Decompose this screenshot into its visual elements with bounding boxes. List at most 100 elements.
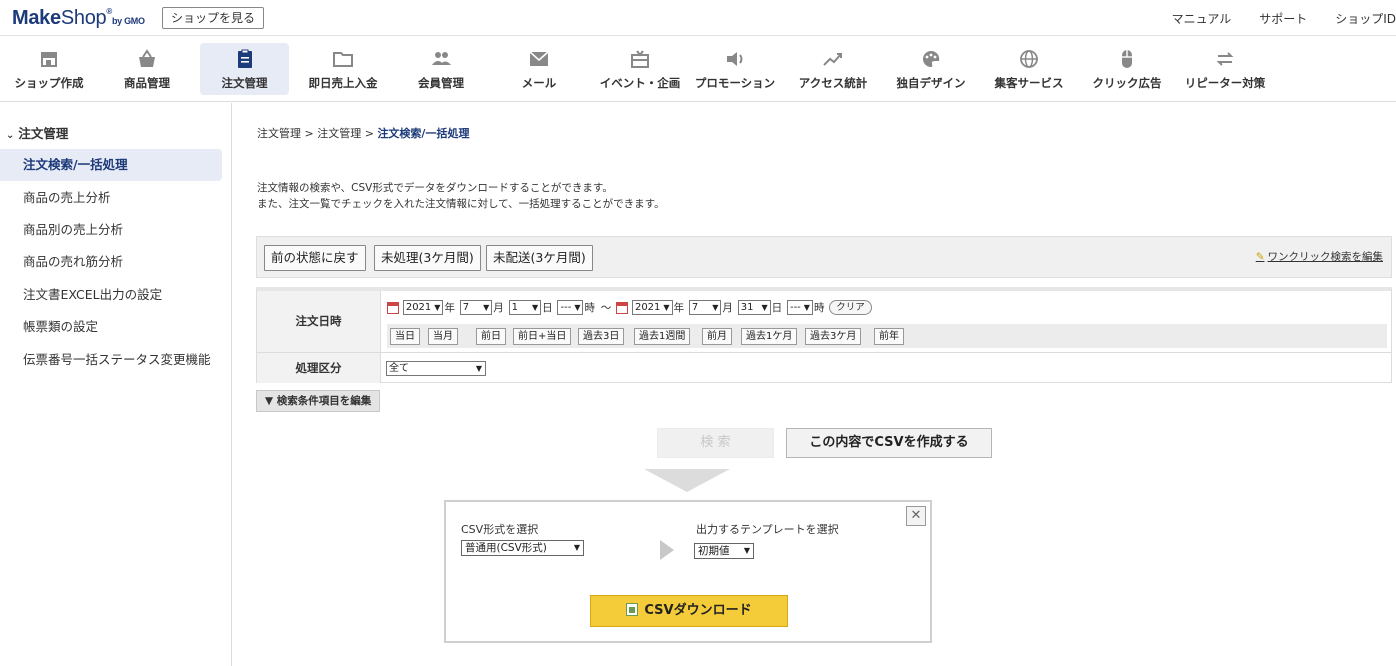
chevron-down-icon: ▼ xyxy=(712,303,719,312)
to-hour-select[interactable]: --- ▼ xyxy=(786,300,813,315)
search-button[interactable]: 検 索 xyxy=(657,428,774,458)
sidebar-item-product-breakdown[interactable]: 商品別の売上分析 xyxy=(0,214,222,246)
nav-sales-deposit[interactable]: 即日売上入金 xyxy=(300,43,386,95)
nav-shop-create[interactable]: ショップ作成 xyxy=(6,43,92,95)
create-csv-button[interactable]: この内容でCSVを作成する xyxy=(786,428,992,458)
nav-mail[interactable]: メール xyxy=(496,43,582,95)
calendar-icon[interactable] xyxy=(387,301,399,314)
nav-repeater[interactable]: リピーター対策 xyxy=(1180,43,1270,95)
sidebar: ⌄ 注文管理 注文検索/一括処理 商品の売上分析 商品別の売上分析 商品の売れ筋分… xyxy=(0,103,232,666)
shop-id-link[interactable]: ショップID xyxy=(1335,10,1396,27)
select-value: 普通用(CSV形式) xyxy=(465,542,547,554)
unit-label: 時 xyxy=(813,302,825,314)
chevron-down-icon: ▼ xyxy=(663,303,670,312)
to-year-select[interactable]: 2021 ▼ xyxy=(631,300,673,315)
from-month-select[interactable]: 7 ▼ xyxy=(459,300,493,315)
preset-past-week[interactable]: 過去1週間 xyxy=(634,328,691,345)
edit-one-click-search-link[interactable]: ✎ ワンクリック検索を編集 xyxy=(1256,249,1383,264)
nav-label: 即日売上入金 xyxy=(308,76,378,90)
unit-label: 日 xyxy=(771,302,783,314)
sidebar-item-excel-settings[interactable]: 注文書EXCEL出力の設定 xyxy=(0,279,222,311)
unit-label: 年 xyxy=(673,302,685,314)
from-year-select[interactable]: 2021 ▼ xyxy=(402,300,444,315)
preset-past-3-months[interactable]: 過去3ケ月 xyxy=(805,328,862,345)
logo-text-shop: Shop xyxy=(60,7,107,29)
preset-last-year[interactable]: 前年 xyxy=(874,328,904,345)
breadcrumb-item[interactable]: 注文管理 xyxy=(317,127,361,140)
view-shop-button[interactable]: ショップを見る xyxy=(162,7,265,29)
csv-download-panel: ✕ CSV形式を選択 普通用(CSV形式) ▼ 出力するテンプレートを選択 初期値… xyxy=(444,500,932,643)
date-range-presets: 当日 当月 前日 前日+当日 過去3日 過去1週間 前月 過去1ケ月 過去3ケ月… xyxy=(387,324,1387,348)
makeshop-logo[interactable]: MakeShop®by GMO xyxy=(12,7,145,30)
unit-label: 時 xyxy=(584,302,595,314)
clear-date-button[interactable]: クリア xyxy=(829,300,872,315)
chevron-down-icon: ▼ xyxy=(574,303,581,312)
preset-yesterday[interactable]: 前日 xyxy=(476,328,506,345)
restore-previous-button[interactable]: 前の状態に戻す xyxy=(264,245,366,271)
nav-access-stats[interactable]: アクセス統計 xyxy=(790,43,876,95)
chevron-down-icon: ▼ xyxy=(483,303,490,312)
page-description: 注文情報の検索や、CSV形式でデータをダウンロードすることができます。 また、注… xyxy=(257,180,665,212)
globe-icon xyxy=(1018,49,1040,69)
search-form: 注文日時 2021 ▼ 年 7 ▼ 月 1 ▼ 日 --- ▼ 時 〜 2021 ▼ 年 7 ▼ 月 3… xyxy=(256,287,1392,383)
sidebar-heading[interactable]: ⌄ 注文管理 xyxy=(6,123,68,142)
manual-link[interactable]: マニュアル xyxy=(1172,10,1232,27)
chevron-down-icon: ▼ xyxy=(532,303,539,312)
edit-search-conditions-button[interactable]: ▼ 検索条件項目を編集 xyxy=(256,390,381,412)
preset-yesterday-today[interactable]: 前日+当日 xyxy=(513,328,572,345)
range-tilde: 〜 xyxy=(600,302,612,314)
nav-member[interactable]: 会員管理 xyxy=(398,43,484,95)
basket-icon xyxy=(136,49,158,69)
from-day-select[interactable]: 1 ▼ xyxy=(508,300,542,315)
sidebar-item-slip-status[interactable]: 伝票番号一括ステータス変更機能 xyxy=(0,344,222,376)
nav-label: アクセス統計 xyxy=(798,76,868,90)
sidebar-item-product-sales[interactable]: 商品の売上分析 xyxy=(0,182,222,214)
breadcrumb-sep: > xyxy=(304,127,314,140)
logo-text-make: Make xyxy=(12,7,61,29)
unshipped-3months-button[interactable]: 未配送(3ケ月間) xyxy=(486,245,593,271)
quick-search-bar: 前の状態に戻す 未処理(3ケ月間) 未配送(3ケ月間) ✎ ワンクリック検索を編集 xyxy=(256,236,1392,278)
unprocessed-3months-button[interactable]: 未処理(3ケ月間) xyxy=(374,245,481,271)
status-label: 処理区分 xyxy=(257,353,381,383)
nav-promotion[interactable]: プロモーション xyxy=(690,43,780,95)
nav-click-ads[interactable]: クリック広告 xyxy=(1084,43,1170,95)
pencil-icon: ✎ xyxy=(1255,251,1265,263)
nav-label: 会員管理 xyxy=(418,76,464,90)
preset-past-3-days[interactable]: 過去3日 xyxy=(578,328,625,345)
sidebar-item-order-search[interactable]: 注文検索/一括処理 xyxy=(0,149,222,181)
to-day-select[interactable]: 31 ▼ xyxy=(737,300,771,315)
nav-label: リピーター対策 xyxy=(1184,76,1266,90)
chevron-down-icon: ▼ xyxy=(743,546,750,555)
close-icon[interactable]: ✕ xyxy=(906,506,926,526)
sidebar-item-best-sellers[interactable]: 商品の売れ筋分析 xyxy=(0,246,222,278)
preset-today[interactable]: 当日 xyxy=(390,328,420,345)
preset-this-month[interactable]: 当月 xyxy=(428,328,458,345)
nav-design[interactable]: 独自デザイン xyxy=(888,43,974,95)
to-month-select[interactable]: 7 ▼ xyxy=(688,300,722,315)
nav-label: イベント・企画 xyxy=(599,76,681,90)
header-links: マニュアル サポート ショップID xyxy=(1144,10,1396,27)
down-arrow-icon xyxy=(644,459,730,492)
date-range-row: 2021 ▼ 年 7 ▼ 月 1 ▼ 日 --- ▼ 時 〜 2021 ▼ 年 7 ▼ 月 31 ▼ 日 -… xyxy=(387,300,872,315)
status-select[interactable]: 全て ▼ xyxy=(386,361,486,376)
csv-format-select[interactable]: 普通用(CSV形式) ▼ xyxy=(461,540,584,556)
template-select[interactable]: 初期値 ▼ xyxy=(694,543,754,559)
nav-product[interactable]: 商品管理 xyxy=(104,43,190,95)
logo-mark: ® xyxy=(106,7,112,16)
users-icon xyxy=(430,49,452,69)
nav-marketing[interactable]: 集客サービス xyxy=(986,43,1072,95)
support-link[interactable]: サポート xyxy=(1259,10,1307,27)
csv-download-button[interactable]: CSVダウンロード xyxy=(590,595,788,627)
breadcrumb-item[interactable]: 注文管理 xyxy=(257,127,301,140)
nav-label: 独自デザイン xyxy=(896,76,966,90)
gift-icon xyxy=(629,49,651,69)
from-hour-select[interactable]: --- ▼ xyxy=(557,300,584,315)
chevron-down-icon: ▼ xyxy=(803,303,810,312)
nav-event[interactable]: イベント・企画 xyxy=(592,43,688,95)
calendar-icon[interactable] xyxy=(616,301,629,314)
arrow-right-icon xyxy=(660,540,674,560)
preset-past-1-month[interactable]: 過去1ケ月 xyxy=(741,328,798,345)
preset-last-month[interactable]: 前月 xyxy=(702,328,732,345)
sidebar-item-forms-settings[interactable]: 帳票類の設定 xyxy=(0,311,222,343)
nav-order[interactable]: 注文管理 xyxy=(200,43,289,95)
